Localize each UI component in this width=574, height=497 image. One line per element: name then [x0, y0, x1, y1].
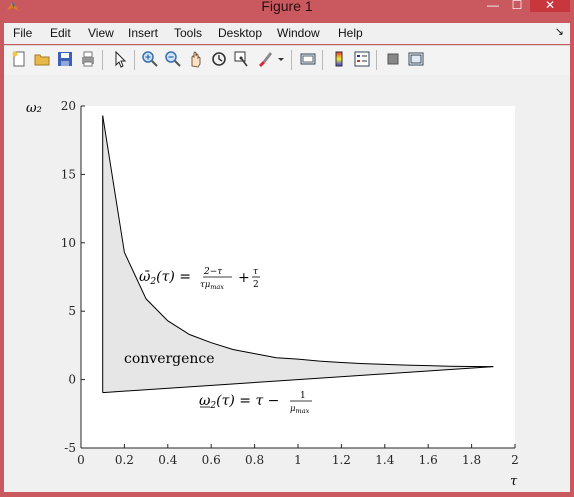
- menu-bar: File Edit View Insert Tools Desktop Wind…: [4, 23, 570, 44]
- pan-hand-icon[interactable]: [187, 50, 205, 68]
- menu-window[interactable]: Window: [277, 26, 320, 40]
- y-tick-label: 5: [68, 304, 76, 318]
- close-button[interactable]: ✕: [530, 0, 570, 12]
- toolbar-separator: [102, 50, 103, 70]
- figure-canvas: 0 0.2 0.4 0.6 0.8 1 1.2 1.4 1.6 1.8 2 -5 0 5 10 15 20 ω₂…: [4, 75, 570, 492]
- svg-text:2: 2: [253, 280, 259, 290]
- figure-window: Figure 1 — ☐ ✕ File Edit View Insert Too…: [0, 0, 574, 496]
- plot-svg: 0 0.2 0.4 0.6 0.8 1 1.2 1.4 1.6 1.8 2-505101520 ω₂…: [26, 99, 519, 489]
- menu-edit[interactable]: Edit: [50, 26, 71, 40]
- new-figure-icon[interactable]: [10, 50, 28, 68]
- y-axis-label: ω₂: [26, 101, 42, 116]
- menu-view[interactable]: View: [88, 26, 114, 40]
- toolbar-separator: [376, 50, 377, 70]
- y-tick-label: -5: [64, 441, 76, 455]
- x-tick-label: 0: [77, 453, 85, 467]
- menu-tools[interactable]: Tools: [174, 26, 202, 40]
- window-bottom-border: [0, 492, 574, 496]
- upper-frac-numerator: 2−τ: [203, 267, 223, 277]
- svg-text:1: 1: [300, 391, 306, 401]
- print-icon[interactable]: [79, 50, 97, 68]
- toolbar-separator: [134, 50, 135, 70]
- dock-arrow-icon[interactable]: ↘: [555, 25, 564, 38]
- x-tick-label: 2: [511, 453, 519, 467]
- x-tick-label: 0.4: [158, 453, 177, 467]
- toolbar-separator: [291, 50, 292, 70]
- upper-bound-formula: ω̄2(τ) =: [139, 269, 191, 287]
- y-tick-label: 20: [61, 99, 76, 113]
- y-tick-label: 0: [68, 373, 76, 387]
- pointer-arrow-icon[interactable]: [111, 50, 129, 68]
- maximize-button[interactable]: ☐: [506, 0, 528, 12]
- link-plot-icon[interactable]: [299, 50, 317, 68]
- zoom-out-icon[interactable]: [164, 50, 182, 68]
- x-tick-label: 0.8: [245, 453, 264, 467]
- colorbar-icon[interactable]: [330, 50, 348, 68]
- show-plot-tools-icon[interactable]: [407, 50, 425, 68]
- menu-desktop[interactable]: Desktop: [218, 26, 262, 40]
- figure-toolbar: [4, 45, 570, 76]
- toolbar-separator: [322, 50, 323, 70]
- title-bar[interactable]: Figure 1 — ☐ ✕: [0, 0, 574, 16]
- x-tick-label: 1.8: [462, 453, 481, 467]
- brush-dropdown-icon[interactable]: [276, 50, 286, 68]
- x-axis-label: τ: [510, 474, 518, 489]
- x-tick-label: 1.6: [419, 453, 438, 467]
- svg-text:+: +: [238, 270, 250, 286]
- open-file-icon[interactable]: [33, 50, 51, 68]
- rotate-3d-icon[interactable]: [210, 50, 228, 68]
- minimize-button[interactable]: —: [482, 0, 504, 12]
- data-cursor-icon[interactable]: [233, 50, 251, 68]
- save-icon[interactable]: [56, 50, 74, 68]
- convergence-label: convergence: [124, 351, 215, 367]
- y-tick-label: 10: [61, 236, 76, 250]
- brush-icon[interactable]: [256, 50, 274, 68]
- x-tick-label: 1.4: [375, 453, 394, 467]
- x-tick-label: 1: [294, 453, 302, 467]
- x-tick-label: 0.2: [115, 453, 134, 467]
- hide-plot-tools-icon[interactable]: [384, 50, 402, 68]
- menu-file[interactable]: File: [13, 26, 32, 40]
- x-tick-label: 1.2: [332, 453, 351, 467]
- legend-icon[interactable]: [353, 50, 371, 68]
- x-tick-label: 0.6: [202, 453, 221, 467]
- zoom-in-icon[interactable]: [141, 50, 159, 68]
- y-tick-label: 15: [61, 167, 76, 181]
- menu-help[interactable]: Help: [338, 26, 363, 40]
- menu-insert[interactable]: Insert: [128, 26, 158, 40]
